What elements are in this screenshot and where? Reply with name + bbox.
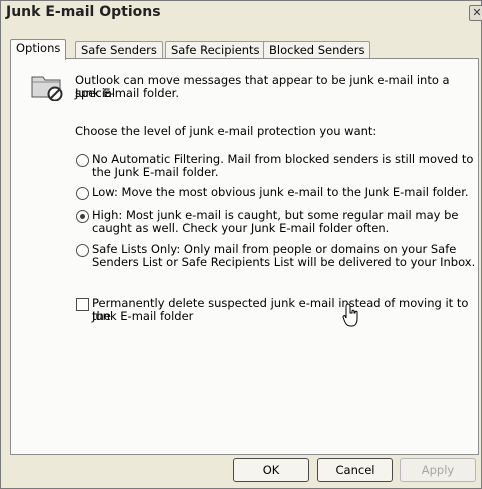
options-panel: Outlook can move messages that appear to… (10, 58, 479, 455)
apply-button[interactable]: Apply (400, 458, 476, 482)
low-label[interactable]: Low: Move the most obvious junk e-mail t… (92, 186, 469, 199)
radio-no-filtering[interactable] (76, 154, 89, 167)
ok-button[interactable]: OK (233, 458, 309, 482)
radio-low[interactable] (76, 187, 89, 200)
mouse-pointer-icon (342, 303, 358, 327)
safe-lists-label-2[interactable]: Senders List or Safe Recipients List wil… (92, 256, 475, 269)
radio-high[interactable] (76, 210, 89, 223)
protection-level-prompt: Choose the level of junk e-mail protecti… (75, 124, 377, 138)
junk-folder-icon (31, 76, 63, 101)
high-label-2[interactable]: caught as well. Check your Junk E-mail f… (92, 222, 389, 235)
tab-safe-recipients[interactable]: Safe Recipients (165, 41, 266, 59)
radio-safe-lists-only[interactable] (76, 244, 89, 257)
tab-safe-senders[interactable]: Safe Senders (75, 41, 163, 59)
delete-junk-checkbox[interactable] (76, 298, 89, 311)
delete-junk-label-2[interactable]: Junk E-mail folder (92, 310, 193, 323)
junk-email-options-dialog: Junk E-mail Options ✕ Options Safe Sende… (0, 0, 482, 489)
tab-blocked-senders[interactable]: Blocked Senders (263, 41, 371, 59)
intro-line-2: Junk E-mail folder. (75, 86, 179, 100)
close-button[interactable]: ✕ (469, 5, 482, 21)
radio-selected-dot (80, 214, 85, 219)
no-filtering-label-2[interactable]: the Junk E-mail folder. (92, 166, 219, 179)
dialog-title: Junk E-mail Options (6, 4, 161, 20)
cancel-button[interactable]: Cancel (317, 458, 393, 482)
title-bar[interactable]: Junk E-mail Options ✕ (1, 1, 482, 25)
tab-options[interactable]: Options (10, 39, 67, 60)
close-icon: ✕ (472, 6, 482, 19)
